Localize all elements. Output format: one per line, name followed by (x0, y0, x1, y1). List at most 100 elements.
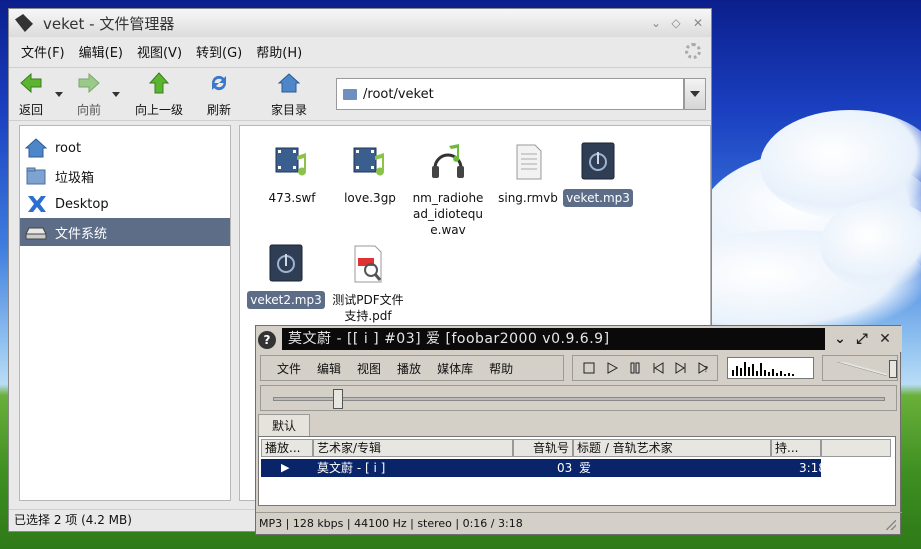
sidebar-item-root[interactable]: root (20, 134, 230, 162)
menu-library[interactable]: 媒体库 (437, 360, 473, 377)
status-bar: MP3 | 128 kbps | 44100 Hz | stereo | 0:1… (256, 512, 902, 534)
home-label: 家目录 (270, 103, 307, 117)
mp3-file-icon (269, 244, 303, 282)
file-item[interactable]: nm_radiohead_idioteque.wav (408, 142, 488, 239)
menu-bar: 文件 编辑 视图 播放 媒体库 帮助 (260, 355, 564, 381)
playback-controls: ? (572, 355, 718, 381)
close-icon[interactable]: ✕ (691, 16, 705, 30)
folder-icon (343, 88, 357, 100)
previous-icon[interactable] (651, 361, 665, 375)
maximize-icon[interactable]: ◇ (669, 16, 683, 30)
back-button[interactable]: 返回 (15, 72, 47, 118)
file-item[interactable]: love.3gp (330, 142, 410, 207)
now-playing-icon: ▶ (281, 461, 290, 474)
play-icon[interactable] (605, 361, 619, 375)
refresh-icon (211, 75, 227, 91)
mp3-file-icon (581, 142, 615, 180)
column-header-filler (821, 439, 891, 457)
sidebar-item-label: root (55, 140, 82, 156)
pdf-file-icon (354, 245, 382, 283)
up-arrow-icon (148, 72, 170, 94)
home-icon (277, 73, 301, 93)
places-sidebar: root 垃圾箱 Desktop 文件系统 (19, 125, 231, 501)
home-button[interactable]: 家目录 (267, 72, 311, 118)
file-item[interactable]: 473.swf (252, 142, 332, 207)
text-file-icon (516, 144, 542, 180)
stop-icon[interactable] (582, 361, 596, 375)
volume-knob[interactable] (889, 360, 897, 378)
menu-edit[interactable]: 编辑 (317, 360, 341, 377)
file-item[interactable]: veket2.mp3 (246, 244, 326, 309)
resize-grip-icon[interactable] (886, 520, 896, 530)
sidebar-item-label: 文件系统 (55, 226, 108, 242)
row-artist: 莫文蔚 - [ i ] (317, 461, 386, 475)
sidebar-item-trash[interactable]: 垃圾箱 (20, 162, 230, 190)
menu-bar: 文件(F) 编辑(E) 视图(V) 转到(G) 帮助(H) (9, 39, 711, 63)
menu-playback[interactable]: 播放 (397, 360, 421, 377)
back-history-dropdown-icon[interactable] (55, 92, 63, 97)
menu-file[interactable]: 文件(F) (21, 42, 65, 61)
help-icon[interactable]: ? (258, 331, 276, 349)
close-icon[interactable]: ✕ (877, 331, 893, 347)
volume-ramp (837, 362, 887, 376)
file-item[interactable]: veket.mp3 (558, 142, 638, 207)
maximize-icon[interactable]: ⤢ (854, 331, 870, 347)
title-bar[interactable]: veket - 文件管理器 ⌄ ◇ ✕ (9, 9, 711, 37)
menu-file[interactable]: 文件 (277, 360, 301, 377)
file-item[interactable]: sing.rmvb (488, 142, 568, 207)
up-button[interactable]: 向上一级 (131, 72, 187, 118)
menu-go[interactable]: 转到(G) (196, 42, 242, 61)
forward-button[interactable]: 向前 (73, 72, 105, 118)
column-header[interactable]: 播放... (261, 439, 313, 457)
file-name: nm_radiohead_idioteque.wav (412, 191, 484, 237)
playlist-header: 播放... 艺术家/专辑 音轨号 标题 / 音轨艺术家 持... (261, 439, 891, 457)
column-header[interactable]: 艺术家/专辑 (313, 439, 513, 457)
forward-history-dropdown-icon[interactable] (112, 92, 120, 97)
refresh-button[interactable]: 刷新 (203, 72, 235, 118)
playlist-row[interactable]: ▶ 莫文蔚 - [ i ] 03 爱 3:18 (261, 459, 826, 477)
spectrum-visualizer (727, 357, 814, 379)
file-name: veket2.mp3 (247, 291, 325, 309)
sidebar-item-label: 垃圾箱 (55, 170, 95, 186)
desktop-icon (28, 196, 46, 212)
menu-help[interactable]: 帮助 (489, 360, 513, 377)
loading-spinner-icon (685, 43, 701, 59)
row-track: 03 (557, 461, 573, 475)
video-file-icon (353, 147, 385, 176)
playlist: 播放... 艺术家/专辑 音轨号 标题 / 音轨艺术家 持... ▶ 莫文蔚 -… (258, 436, 896, 506)
tab-default[interactable]: 默认 (258, 414, 310, 436)
file-name: 473.swf (268, 191, 316, 205)
title-bar[interactable]: ? 莫文蔚 - [[ i ] #03] 爱 [foobar2000 v0.9.6… (256, 326, 902, 352)
foobar-window: ? 莫文蔚 - [[ i ] #03] 爱 [foobar2000 v0.9.6… (255, 325, 902, 535)
seek-knob[interactable] (333, 389, 344, 409)
seek-bar[interactable] (260, 385, 897, 411)
column-header[interactable]: 标题 / 音轨艺术家 (573, 439, 771, 457)
volume-slider[interactable] (822, 355, 898, 381)
file-name: love.3gp (344, 191, 396, 205)
column-header[interactable]: 音轨号 (513, 439, 573, 457)
forward-label: 向前 (76, 103, 101, 117)
address-bar[interactable]: /root/veket (336, 78, 684, 110)
row-title: 爱 (579, 461, 592, 475)
menu-view[interactable]: 视图 (357, 360, 381, 377)
chevron-down-icon (690, 91, 700, 97)
file-item[interactable]: 测试PDF文件支持.pdf (328, 244, 408, 325)
sidebar-item-desktop[interactable]: Desktop (20, 190, 230, 218)
menu-edit[interactable]: 编辑(E) (79, 42, 123, 61)
row-duration: 3:18 (799, 461, 826, 475)
address-dropdown-button[interactable] (684, 78, 706, 110)
next-icon[interactable] (674, 361, 688, 375)
menu-help[interactable]: 帮助(H) (256, 42, 302, 61)
menu-view[interactable]: 视图(V) (137, 42, 182, 61)
svg-text:?: ? (704, 365, 708, 374)
minimize-icon[interactable]: ⌄ (832, 331, 848, 347)
column-header[interactable]: 持... (771, 439, 821, 457)
file-name: sing.rmvb (498, 191, 558, 205)
random-icon[interactable]: ? (697, 361, 711, 375)
home-icon (25, 138, 47, 158)
sidebar-item-filesystem[interactable]: 文件系统 (20, 218, 230, 246)
sidebar-item-label: Desktop (55, 196, 109, 212)
pause-icon[interactable] (628, 361, 642, 375)
toolbar: 返回 向前 向上一级 刷新 家目录 /root/veket (9, 67, 711, 121)
minimize-icon[interactable]: ⌄ (649, 16, 663, 30)
